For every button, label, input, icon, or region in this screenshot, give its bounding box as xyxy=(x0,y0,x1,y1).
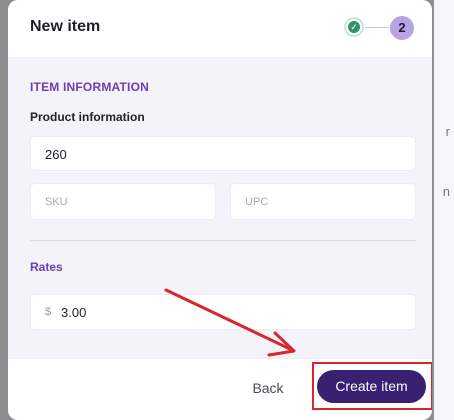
product-information-input[interactable]: 260 xyxy=(30,136,416,171)
upc-placeholder: UPC xyxy=(245,196,269,208)
step-2-current: 2 xyxy=(390,16,414,40)
sku-placeholder: SKU xyxy=(45,196,68,208)
currency-symbol: $ xyxy=(45,306,52,318)
modal-title: New item xyxy=(30,18,101,35)
step-1-complete: ✓ xyxy=(344,17,364,37)
check-icon: ✓ xyxy=(348,21,360,33)
step-connector xyxy=(365,27,389,28)
section-divider xyxy=(30,240,416,241)
section-title: ITEM INFORMATION xyxy=(30,80,149,94)
background-glyph: n xyxy=(442,184,450,199)
rates-heading: Rates xyxy=(30,260,63,274)
background-page: r n xyxy=(434,0,454,420)
product-information-heading: Product information xyxy=(30,110,145,124)
create-item-button[interactable]: Create item xyxy=(317,370,426,403)
new-item-modal: New item ✓ 2 ITEM INFORMATION Product in… xyxy=(8,0,432,420)
product-information-value: 260 xyxy=(45,147,67,162)
back-button[interactable]: Back xyxy=(240,377,296,399)
rate-value: 3.00 xyxy=(61,305,87,320)
background-glyph: r xyxy=(445,124,450,139)
modal-header: New item ✓ 2 xyxy=(8,0,432,58)
modal-body: ITEM INFORMATION Product information 260… xyxy=(8,58,432,358)
modal-footer: Back Create item xyxy=(8,358,432,420)
upc-input[interactable]: UPC xyxy=(230,183,416,220)
rate-input[interactable]: $ 3.00 xyxy=(30,294,416,330)
sku-input[interactable]: SKU xyxy=(30,183,216,220)
